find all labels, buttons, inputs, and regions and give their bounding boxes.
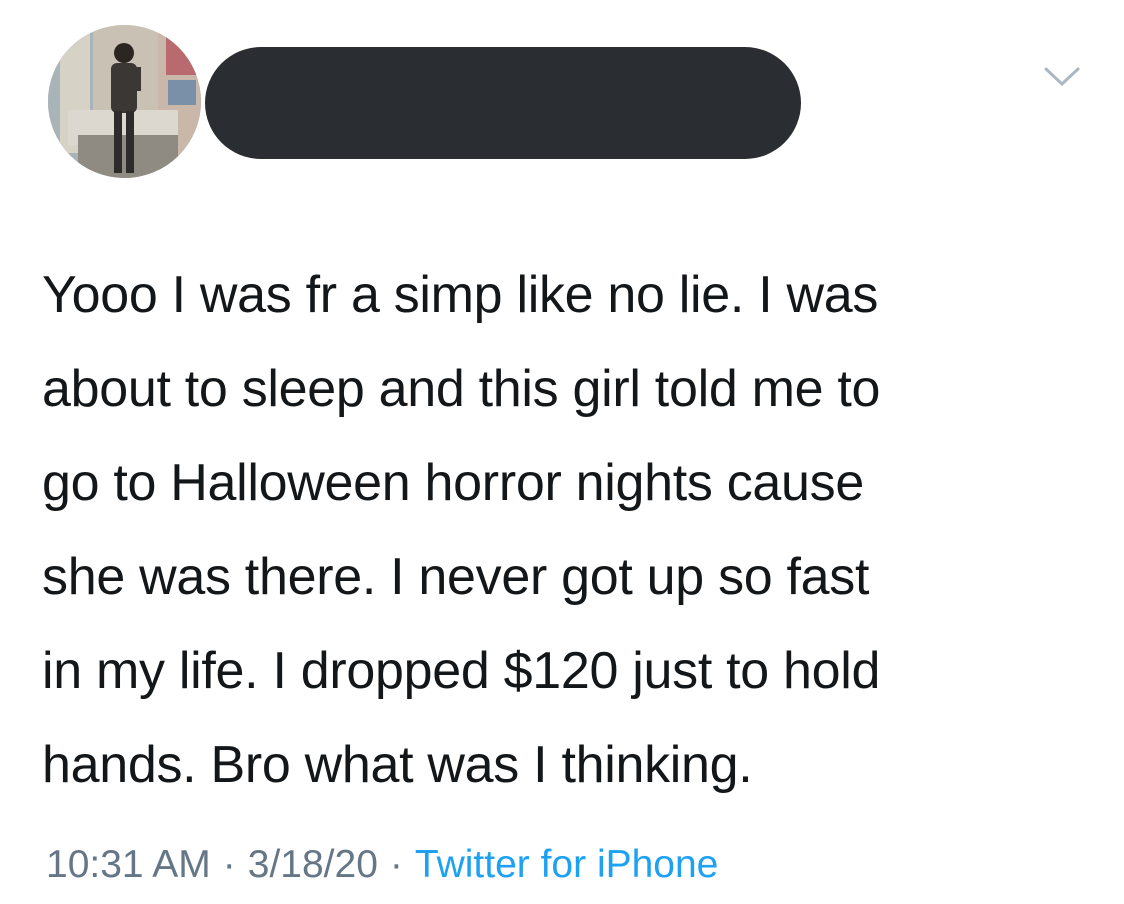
- tweet-card: Yooo I was fr a simp like no lie. I was …: [0, 0, 1124, 904]
- tweet-source-link[interactable]: Twitter for iPhone: [415, 843, 718, 886]
- profile-photo-icon: [48, 25, 201, 178]
- redacted-username: [205, 47, 801, 159]
- tweet-time[interactable]: 10:31 AM: [46, 843, 211, 886]
- tweet-metadata: 10:31 AM · 3/18/20 · Twitter for iPhone: [46, 838, 718, 892]
- tweet-text: Yooo I was fr a simp like no lie. I was …: [42, 266, 881, 794]
- tweet-menu-button[interactable]: [1040, 60, 1084, 90]
- avatar[interactable]: [48, 25, 201, 178]
- meta-separator: ·: [389, 843, 403, 886]
- meta-separator: ·: [222, 843, 236, 886]
- chevron-down-icon: [1044, 67, 1080, 86]
- tweet-date[interactable]: 3/18/20: [248, 843, 378, 886]
